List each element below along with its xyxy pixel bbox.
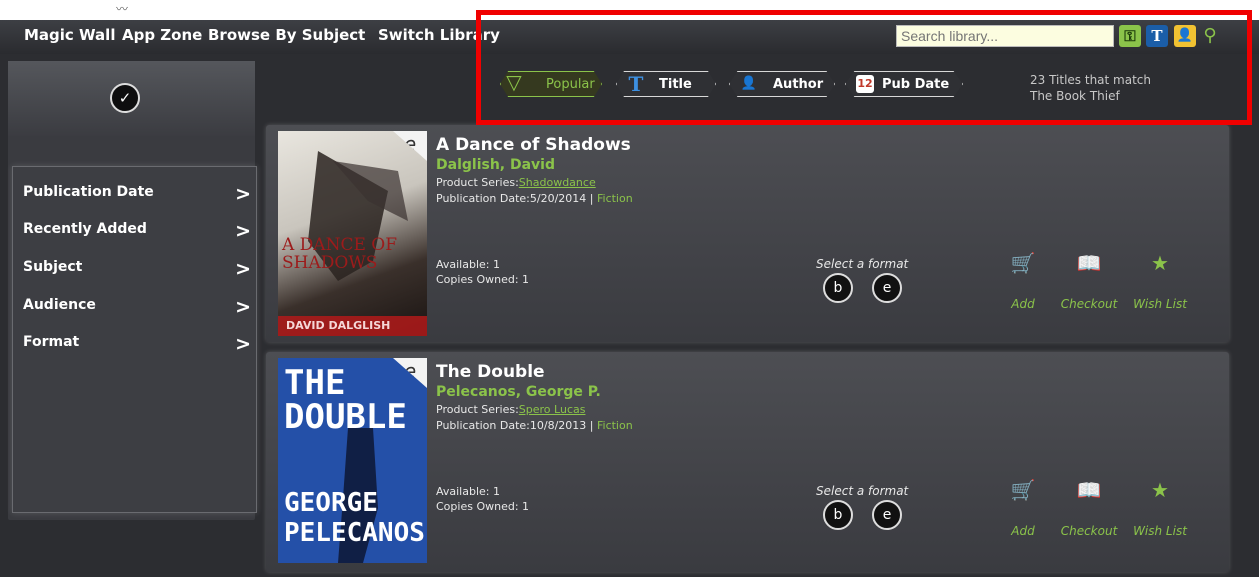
title-t-icon: T — [628, 72, 644, 96]
format-b-icon[interactable]: b — [823, 500, 853, 530]
series-link[interactable]: Shadowdance — [519, 176, 596, 189]
sidebar-header: ✓ — [8, 61, 255, 136]
book-author[interactable]: Pelecanos, George P. — [436, 384, 601, 400]
search-icon[interactable]: ⚲ — [1199, 25, 1221, 47]
book-cover-image[interactable]: A DANCE OF SHADOWS DAVID DALGLISH e — [278, 131, 427, 336]
sort-pub-date[interactable]: 12 Pub Date — [845, 71, 963, 97]
filter-format[interactable]: Format > — [23, 333, 251, 358]
cover-author-text: DAVID DALGLISH — [286, 319, 391, 332]
series-link[interactable]: Spero Lucas — [519, 403, 586, 416]
chevron-right-icon: > — [235, 258, 251, 280]
nav-switch-library[interactable]: Switch Library — [378, 26, 500, 44]
format-e-icon[interactable]: e — [872, 500, 902, 530]
top-strip — [0, 0, 1259, 20]
add-button[interactable]: 🛒 Add — [993, 478, 1053, 538]
book-pub-date: Publication Date:5/20/2014 | Fiction — [436, 192, 633, 205]
availability: Available: 1 Copies Owned: 1 — [436, 485, 530, 513]
chevron-right-icon: > — [235, 183, 251, 205]
sidebar: ✓ Publication Date > Recently Added > Subj… — [8, 61, 257, 520]
book-card: THE DOUBLE GEORGE PELECANOS e The Double… — [266, 352, 1229, 572]
popular-triangle-icon: ▽ — [506, 70, 522, 94]
filter-subject[interactable]: Subject > — [23, 258, 251, 283]
chevron-right-icon: > — [235, 333, 251, 355]
select-format-label: Select a format — [816, 484, 909, 498]
match-count: 23 Titles that match The Book Thief — [1030, 73, 1152, 103]
genre-link[interactable]: Fiction — [597, 192, 633, 205]
search-input[interactable] — [896, 25, 1114, 47]
add-cart-icon: 🛒 — [1010, 478, 1036, 502]
cover-title-text: A DANCE OF SHADOWS — [282, 235, 398, 273]
wishlist-star-icon: ★ — [1151, 478, 1169, 502]
genre-link[interactable]: Fiction — [597, 419, 633, 432]
wishlist-button[interactable]: ★ Wish List — [1130, 251, 1190, 311]
wishlist-star-icon: ★ — [1151, 251, 1169, 275]
nav-magic-wall[interactable]: Magic Wall — [24, 26, 115, 44]
calendar-icon: 12 — [856, 75, 874, 93]
checkout-book-icon: 📖 — [1076, 478, 1102, 502]
filter-list: Publication Date > Recently Added > Subjec… — [12, 166, 257, 513]
format-e-icon[interactable]: e — [872, 273, 902, 303]
chevron-right-icon: > — [235, 220, 251, 242]
nav-browse-by-subject[interactable]: Browse By Subject — [208, 26, 365, 44]
wishlist-button[interactable]: ★ Wish List — [1130, 478, 1190, 538]
sort-title[interactable]: T Title — [616, 71, 716, 97]
book-title[interactable]: A Dance of Shadows — [436, 135, 631, 155]
sort-bar: ▽ Popular T Title 👤 Author 12 Pub Date 2… — [476, 58, 1244, 108]
book-title[interactable]: The Double — [436, 362, 545, 382]
filter-audience[interactable]: Audience > — [23, 296, 251, 321]
key-icon[interactable]: ⚿ — [1119, 25, 1141, 47]
cursor-mark-icon: 〰 — [116, 2, 129, 16]
add-button[interactable]: 🛒 Add — [993, 251, 1053, 311]
select-format-label: Select a format — [816, 257, 909, 271]
book-cover-image[interactable]: THE DOUBLE GEORGE PELECANOS e — [278, 358, 427, 563]
cover-author-text: GEORGE PELECANOS — [284, 488, 425, 548]
filter-publication-date[interactable]: Publication Date > — [23, 183, 251, 208]
cover-title-text: THE DOUBLE — [284, 363, 407, 437]
availability: Available: 1 Copies Owned: 1 — [436, 258, 530, 286]
sort-popular[interactable]: ▽ Popular — [500, 71, 602, 97]
book-series: Product Series:Shadowdance — [436, 176, 596, 189]
book-card: A DANCE OF SHADOWS DAVID DALGLISH e A Da… — [266, 125, 1229, 342]
book-series: Product Series:Spero Lucas — [436, 403, 586, 416]
book-author[interactable]: Dalglish, David — [436, 157, 555, 173]
author-icon[interactable]: 👤 — [1174, 25, 1196, 47]
filter-recently-added[interactable]: Recently Added > — [23, 220, 251, 245]
cover-art — [278, 151, 427, 336]
checkout-button[interactable]: 📖 Checkout — [1059, 251, 1119, 311]
check-icon[interactable]: ✓ — [110, 83, 140, 113]
checkout-book-icon: 📖 — [1076, 251, 1102, 275]
author-person-icon: 👤 — [740, 76, 758, 91]
checkout-button[interactable]: 📖 Checkout — [1059, 478, 1119, 538]
nav-app-zone[interactable]: App Zone — [122, 26, 202, 44]
add-cart-icon: 🛒 — [1010, 251, 1036, 275]
format-b-icon[interactable]: b — [823, 273, 853, 303]
sort-author[interactable]: 👤 Author — [729, 71, 835, 97]
title-icon[interactable]: T — [1146, 25, 1168, 47]
chevron-right-icon: > — [235, 296, 251, 318]
book-pub-date: Publication Date:10/8/2013 | Fiction — [436, 419, 633, 432]
